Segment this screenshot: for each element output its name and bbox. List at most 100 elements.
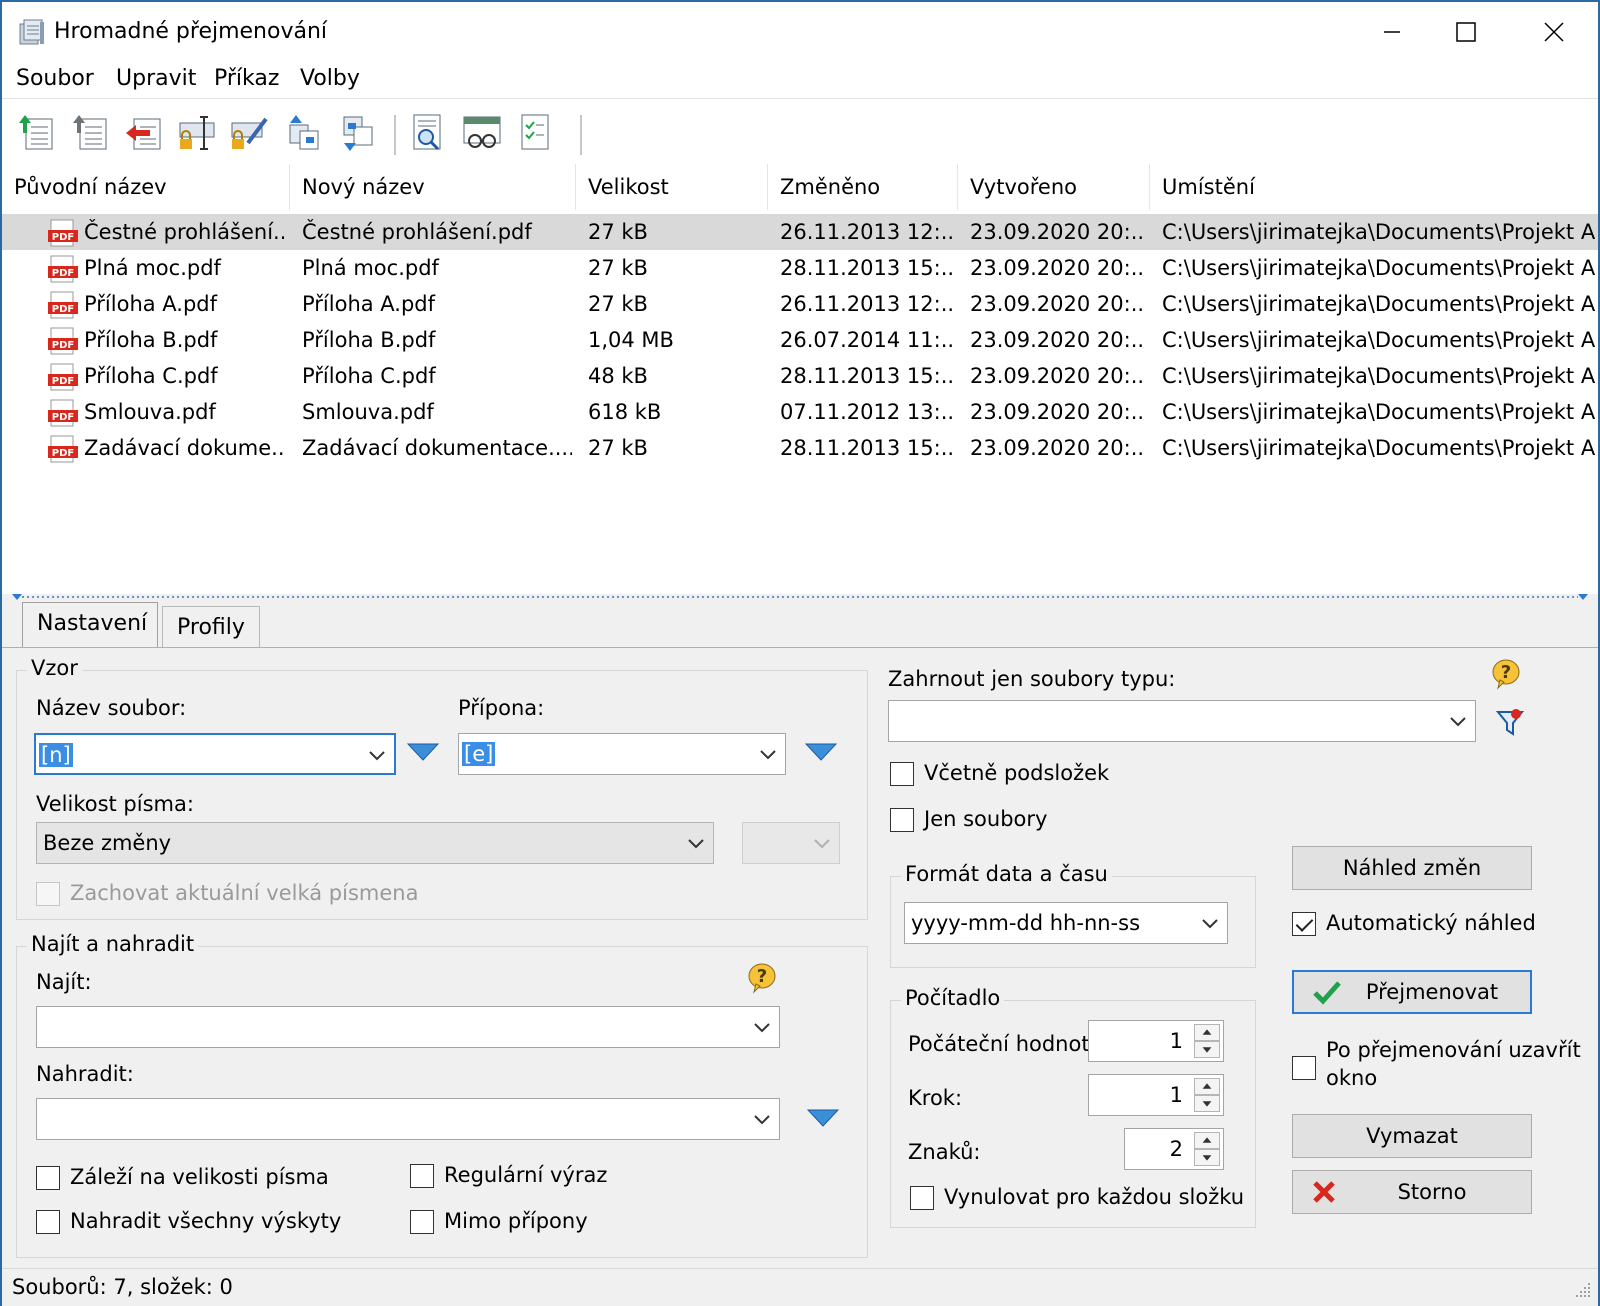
table-row[interactable]: PDF Příloha C.pdf Příloha C.pdf 48 kB 28.11.… (2, 358, 1598, 394)
tab-profiles[interactable]: Profily (162, 606, 260, 648)
regex-checkbox[interactable] (410, 1164, 434, 1188)
auto-preview-checkbox[interactable] (1292, 912, 1316, 936)
insert-placeholder-icon[interactable] (806, 1108, 840, 1130)
maximize-button[interactable] (1422, 2, 1510, 62)
spin-down-icon[interactable] (1194, 1041, 1220, 1058)
digits-label: Znaků: (908, 1140, 981, 1164)
table-row[interactable]: PDF Plná moc.pdf Plná moc.pdf 27 kB 28.11.20… (2, 250, 1598, 286)
help-icon[interactable]: ? (1490, 658, 1522, 690)
table-row[interactable]: PDF Příloha A.pdf Příloha A.pdf 27 kB 26.11.… (2, 286, 1598, 322)
menu-volby[interactable]: Volby (300, 66, 360, 91)
auto-preview-label[interactable]: Automatický náhled (1326, 911, 1536, 935)
col-header-new[interactable]: Nový název (290, 164, 576, 210)
col-header-original[interactable]: Původní název (2, 164, 290, 210)
table-row[interactable]: PDF Příloha B.pdf Příloha B.pdf 1,04 MB 26.0… (2, 322, 1598, 358)
case-combo[interactable]: Beze změny (36, 822, 714, 864)
tab-strip: Nastavení Profily (2, 602, 1598, 648)
move-up-icon[interactable] (286, 113, 326, 153)
replace-all-checkbox[interactable] (36, 1210, 60, 1234)
skip-ext-label[interactable]: Mimo přípony (444, 1209, 588, 1233)
table-row[interactable]: PDF Čestné prohlášení... Čestné prohlášení… (2, 214, 1598, 250)
start-spinner[interactable]: 1 (1088, 1020, 1224, 1062)
remove-icon[interactable] (124, 113, 164, 153)
spin-up-icon[interactable] (1194, 1024, 1220, 1041)
cell-modified: 07.11.2012 13:... (780, 400, 952, 424)
help-icon[interactable]: ? (746, 962, 778, 994)
ext-pattern-combo[interactable]: [e] (458, 733, 786, 775)
clear-button[interactable]: Vymazat (1292, 1114, 1532, 1158)
filter-icon[interactable] (1494, 706, 1526, 738)
digits-spinner[interactable]: 2 (1124, 1128, 1224, 1170)
close-after-label-1[interactable]: Po přejmenování uzavřít (1326, 1038, 1581, 1062)
spin-down-icon[interactable] (1194, 1095, 1220, 1112)
toolbar-separator (580, 115, 582, 155)
col-header-location[interactable]: Umístění (1150, 164, 1598, 210)
view-icon[interactable] (462, 113, 502, 153)
close-after-label-2[interactable]: okno (1326, 1066, 1377, 1090)
datetime-title: Formát data a času (901, 862, 1112, 886)
replace-all-label[interactable]: Nahradit všechny výskyty (70, 1209, 341, 1233)
insert-placeholder-icon[interactable] (804, 742, 838, 764)
checklist-icon[interactable] (516, 113, 556, 153)
chevron-down-icon[interactable] (1449, 715, 1467, 727)
spin-up-icon[interactable] (1194, 1132, 1220, 1149)
replace-label: Nahradit: (36, 1062, 134, 1086)
step-spinner[interactable]: 1 (1088, 1074, 1224, 1116)
reset-per-folder-label[interactable]: Vynulovat pro každou složku (944, 1185, 1244, 1209)
skip-ext-checkbox[interactable] (410, 1210, 434, 1234)
file-list[interactable]: Původní název Nový název Velikost Změněn… (2, 164, 1598, 594)
close-after-checkbox[interactable] (1292, 1056, 1316, 1080)
files-only-label[interactable]: Jen soubory (924, 807, 1047, 831)
preview-file-icon[interactable] (408, 113, 448, 153)
cancel-button[interactable]: Storno (1292, 1170, 1532, 1214)
insert-placeholder-icon[interactable] (406, 742, 440, 764)
files-only-checkbox[interactable] (890, 808, 914, 832)
cell-created: 23.09.2020 20:... (970, 292, 1144, 316)
filter-combo[interactable] (888, 700, 1476, 742)
menu-upravit[interactable]: Upravit (116, 66, 196, 91)
rename-edit-lock-icon[interactable] (230, 113, 270, 153)
add-files-icon[interactable] (18, 113, 58, 153)
col-header-created[interactable]: Vytvořeno (958, 164, 1150, 210)
regex-label[interactable]: Regulární výraz (444, 1163, 607, 1187)
preview-button[interactable]: Náhled změn (1292, 846, 1532, 890)
close-button[interactable] (1510, 2, 1598, 62)
step-value: 1 (1169, 1083, 1183, 1107)
spin-down-icon[interactable] (1194, 1149, 1220, 1166)
datetime-combo[interactable]: yyyy-mm-dd hh-nn-ss (904, 902, 1228, 944)
name-pattern-combo[interactable]: [n] (34, 733, 396, 775)
chevron-down-icon[interactable] (368, 749, 386, 761)
chevron-down-icon[interactable] (759, 748, 777, 760)
chevron-down-icon[interactable] (1201, 917, 1219, 929)
table-row[interactable]: PDF Smlouva.pdf Smlouva.pdf 618 kB 07.11.201… (2, 394, 1598, 430)
table-row[interactable]: PDF Zadávací dokume... Zadávací dokumentac… (2, 430, 1598, 466)
case-sensitive-checkbox[interactable] (36, 1166, 60, 1190)
svg-text:PDF: PDF (52, 376, 74, 387)
add-folder-icon[interactable] (72, 113, 112, 153)
tab-settings[interactable]: Nastavení (22, 602, 158, 648)
cell-size: 27 kB (588, 220, 648, 244)
chevron-down-icon[interactable] (753, 1113, 771, 1125)
include-subfolders-checkbox[interactable] (890, 762, 914, 786)
move-down-icon[interactable] (340, 113, 380, 153)
rename-lock-icon[interactable] (178, 113, 218, 153)
cell-created: 23.09.2020 20:... (970, 364, 1144, 388)
splitter[interactable] (2, 592, 1598, 606)
replace-combo[interactable] (36, 1098, 780, 1140)
chevron-down-icon[interactable] (687, 837, 705, 849)
case-sensitive-label[interactable]: Záleží na velikosti písma (70, 1165, 329, 1189)
title-bar: Hromadné přejmenování (2, 2, 1598, 62)
col-header-modified[interactable]: Změněno (768, 164, 958, 210)
find-combo[interactable] (36, 1006, 780, 1048)
include-subfolders-label[interactable]: Včetně podsložek (924, 761, 1109, 785)
cell-new: Příloha C.pdf (302, 364, 436, 388)
resize-grip-icon[interactable] (1574, 1281, 1592, 1299)
rename-button[interactable]: Přejmenovat (1292, 970, 1532, 1014)
menu-soubor[interactable]: Soubor (16, 66, 94, 91)
cell-location: C:\Users\jirimatejka\Documents\Projekt A (1162, 328, 1596, 352)
reset-per-folder-checkbox[interactable] (910, 1186, 934, 1210)
menu-prikaz[interactable]: Příkaz (214, 66, 279, 91)
spin-up-icon[interactable] (1194, 1078, 1220, 1095)
col-header-size[interactable]: Velikost (576, 164, 768, 210)
chevron-down-icon[interactable] (753, 1021, 771, 1033)
